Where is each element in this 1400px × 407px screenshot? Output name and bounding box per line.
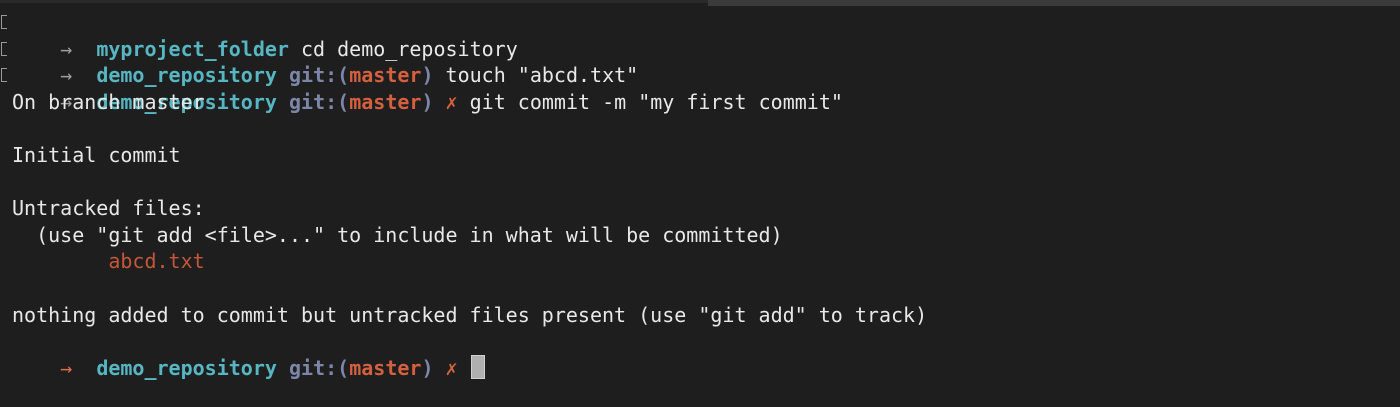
history-line: → myproject_folder cd demo_repository: [0, 9, 1400, 61]
untracked-file-entry: abcd.txt: [12, 249, 205, 274]
output-line-untracked-header: Untracked files:: [12, 196, 205, 221]
output-line-initial-commit: Initial commit: [12, 142, 181, 167]
output-line-on-branch: On branch master: [12, 89, 205, 114]
current-prompt-line[interactable]: → demo_repository git:(master) ✗: [0, 328, 1400, 380]
command-mark-icon: [0, 62, 12, 89]
output-line-summary: nothing added to commit but untracked fi…: [12, 302, 928, 327]
history-line: → demo_repository git:(master) ✗ git com…: [0, 62, 1400, 114]
terminal-output[interactable]: → myproject_folder cd demo_repository → …: [0, 9, 1400, 407]
prompt-directory: demo_repository: [96, 355, 277, 380]
command-mark-icon: [0, 36, 12, 63]
git-label: git:(: [288, 355, 350, 380]
text-cursor[interactable]: [470, 354, 485, 379]
history-line: → demo_repository git:(master) touch "ab…: [0, 36, 1400, 87]
prompt-arrow-icon: →: [60, 355, 73, 380]
output-line-untracked-hint: (use "git add <file>..." to include in w…: [12, 222, 783, 247]
git-branch: master: [349, 355, 422, 380]
dirty-marker-icon: ✗: [445, 355, 458, 380]
scroll-indicator: [708, 0, 1400, 6]
git-label-close: ): [421, 355, 434, 380]
command-mark-icon: [0, 9, 12, 36]
